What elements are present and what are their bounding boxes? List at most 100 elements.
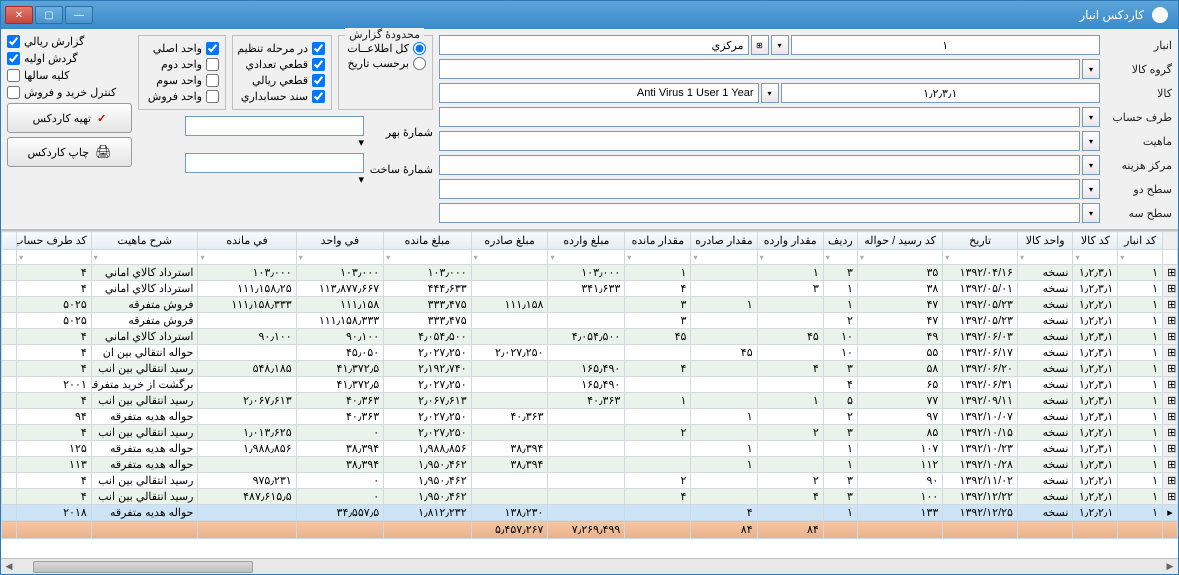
cell[interactable]: رسید انتقالي بین انب xyxy=(91,489,198,505)
cell[interactable]: فروش متفرقه xyxy=(91,297,198,313)
cell[interactable]: ۴ xyxy=(757,361,823,377)
cell[interactable]: ۱ xyxy=(1118,505,1163,521)
cell[interactable]: ۱٫۰۱۳٫۶۲۵ xyxy=(198,425,296,441)
cell[interactable]: ۲ xyxy=(757,473,823,489)
cell[interactable]: نسخه xyxy=(1017,345,1072,361)
cell[interactable]: ۹۰٫۱۰۰ xyxy=(296,329,384,345)
cell[interactable]: ۲٫۱۹۲٫۷۴۰ xyxy=(384,361,472,377)
col-filter[interactable]: ▾ xyxy=(1073,250,1118,265)
cell[interactable]: ۴۷ xyxy=(857,297,942,313)
cell[interactable]: ۴٫۰۵۴٫۵۰۰ xyxy=(384,329,472,345)
cell[interactable] xyxy=(625,409,691,425)
cell[interactable]: استرداد کالاي اماني xyxy=(91,281,198,297)
cell[interactable]: ۴۱٫۳۷۲٫۵ xyxy=(296,377,384,393)
cell[interactable]: رسید انتقالي بین انب xyxy=(91,473,198,489)
cell[interactable] xyxy=(198,505,296,521)
cell[interactable]: ۵۰۲۵ xyxy=(17,313,92,329)
expand-col[interactable] xyxy=(1163,232,1178,250)
expand-cell[interactable]: ⊞ xyxy=(1163,457,1178,473)
cell[interactable] xyxy=(625,457,691,473)
cell[interactable] xyxy=(757,377,823,393)
bahr-input[interactable] xyxy=(185,116,364,136)
cell[interactable] xyxy=(198,409,296,425)
print-button[interactable]: 🖨چاپ کاردکس xyxy=(7,137,132,167)
cell[interactable]: ۹۴ xyxy=(17,409,92,425)
cell[interactable]: ۱۳۸٫۲۳۰ xyxy=(471,505,548,521)
cell[interactable]: ۴۴۴٫۶۳۳ xyxy=(384,281,472,297)
cell[interactable]: ۱ xyxy=(691,457,757,473)
cell[interactable] xyxy=(691,425,757,441)
cell[interactable]: ۱ xyxy=(823,281,857,297)
cell[interactable]: ۴ xyxy=(17,473,92,489)
cell[interactable]: ۱٫۹۵۰٫۴۶۲ xyxy=(384,457,472,473)
cell[interactable]: ۲٫۰۲۷٫۲۵۰ xyxy=(471,345,548,361)
cell[interactable]: ۱۶۵٫۴۹۰ xyxy=(548,361,625,377)
cell[interactable]: ۳ xyxy=(823,425,857,441)
cell[interactable]: استرداد کالاي اماني xyxy=(91,329,198,345)
cell[interactable]: ۴ xyxy=(17,393,92,409)
col-header[interactable]: شرح ماهیت xyxy=(91,232,198,250)
cell[interactable] xyxy=(548,409,625,425)
cell[interactable]: ۴۱٫۳۷۲٫۵ xyxy=(296,361,384,377)
cell[interactable]: رسید انتقالي بین انب xyxy=(91,393,198,409)
col-filter[interactable]: ▾ xyxy=(1017,250,1072,265)
cell[interactable] xyxy=(691,329,757,345)
col-header[interactable]: ردیف xyxy=(823,232,857,250)
cell[interactable]: ۱۳۹۲/۰۶/۳۱ xyxy=(943,377,1018,393)
table-row[interactable]: ⊞۱۱٫۲٫۲٫۱نسخه۱۳۹۲/۰۵/۲۳۴۷۱۱۳۱۱۱٫۱۵۸۳۳۳٫۴… xyxy=(2,297,1178,313)
cell[interactable]: ۲۰۰۱ xyxy=(17,377,92,393)
table-row[interactable]: ⊞۱۱٫۲٫۳٫۱نسخه۱۳۹۲/۰۹/۱۱۷۷۵۱۱۴۰٫۳۶۳۲٫۰۶۷٫… xyxy=(2,393,1178,409)
expand-cell[interactable]: ⊞ xyxy=(1163,441,1178,457)
cell[interactable]: ۲۰۱۸ xyxy=(17,505,92,521)
cell[interactable]: ۱٫۲٫۳٫۱ xyxy=(1073,281,1118,297)
expand-cell[interactable]: ⊞ xyxy=(1163,425,1178,441)
cell[interactable]: ۱۳۳ xyxy=(857,505,942,521)
cell[interactable] xyxy=(471,313,548,329)
table-row[interactable]: ⊞۱۱٫۲٫۲٫۱نسخه۱۳۹۲/۰۶/۲۰۵۸۳۴۴۱۶۵٫۴۹۰۲٫۱۹۲… xyxy=(2,361,1178,377)
cell[interactable]: ۳۸٫۳۹۴ xyxy=(471,441,548,457)
cell[interactable]: ۲٫۰۲۷٫۲۵۰ xyxy=(384,345,472,361)
table-row[interactable]: ▸۱۱٫۲٫۲٫۱نسخه۱۳۹۲/۱۲/۲۵۱۳۳۱۴۱۳۸٫۲۳۰۱٫۸۱۲… xyxy=(2,505,1178,521)
table-row[interactable]: ⊞۱۱٫۲٫۳٫۱نسخه۱۳۹۲/۰۶/۳۱۶۵۴۱۶۵٫۴۹۰۲٫۰۲۷٫۲… xyxy=(2,377,1178,393)
cell[interactable] xyxy=(548,505,625,521)
cell[interactable]: ۱٫۲٫۳٫۱ xyxy=(1073,345,1118,361)
col-header[interactable]: تاریخ xyxy=(943,232,1018,250)
cell[interactable]: ۱۱۲ xyxy=(857,457,942,473)
cell[interactable]: ۱۳۹۲/۱۰/۲۸ xyxy=(943,457,1018,473)
cell[interactable]: ۱٫۹۸۸٫۸۵۶ xyxy=(384,441,472,457)
cell[interactable]: ۱ xyxy=(691,297,757,313)
chk-tedadi[interactable]: قطعي تعدادي xyxy=(239,58,325,71)
cell[interactable]: ۴ xyxy=(17,361,92,377)
cell[interactable]: ۴۵ xyxy=(625,329,691,345)
col-filter[interactable]: ▾ xyxy=(943,250,1018,265)
cell[interactable]: ۱ xyxy=(1118,425,1163,441)
cell[interactable]: ۳ xyxy=(823,265,857,281)
cell[interactable]: ۱ xyxy=(691,409,757,425)
cell[interactable]: برگشت از خرید متفرقه xyxy=(91,377,198,393)
cell[interactable] xyxy=(198,377,296,393)
expand-cell[interactable]: ⊞ xyxy=(1163,393,1178,409)
cell[interactable]: ۵۵ xyxy=(857,345,942,361)
cell[interactable]: نسخه xyxy=(1017,473,1072,489)
table-row[interactable]: ⊞۱۱٫۲٫۳٫۱نسخه۱۳۹۲/۱۰/۰۷۹۷۲۱۴۰٫۳۶۳۲٫۰۲۷٫۲… xyxy=(2,409,1178,425)
expand-cell[interactable]: ⊞ xyxy=(1163,313,1178,329)
cell[interactable]: ۲ xyxy=(823,409,857,425)
cell[interactable]: نسخه xyxy=(1017,441,1072,457)
cell[interactable]: ۲٫۰۲۷٫۲۵۰ xyxy=(384,409,472,425)
cell[interactable]: ۳۸٫۳۹۴ xyxy=(471,457,548,473)
cell[interactable]: ۱ xyxy=(1118,313,1163,329)
cell[interactable] xyxy=(691,489,757,505)
chk-dovom[interactable]: واحد دوم xyxy=(145,58,219,71)
sakht-dd[interactable]: ▾ xyxy=(185,173,364,186)
table-row[interactable]: ⊞۱۱٫۲٫۲٫۱نسخه۱۳۹۲/۰۵/۲۳۴۷۲۳۳۳۳٫۴۷۵۱۱۱٫۱۵… xyxy=(2,313,1178,329)
cell[interactable]: ۱٫۲٫۳٫۱ xyxy=(1073,329,1118,345)
taraf-dd[interactable]: ▾ xyxy=(1082,107,1100,127)
cell[interactable]: حواله هدیه متفرقه xyxy=(91,457,198,473)
cell[interactable]: ۱۳۹۲/۰۴/۱۶ xyxy=(943,265,1018,281)
opt-control[interactable]: کنترل خرید و فروش xyxy=(7,86,132,99)
cell[interactable]: ۱۳۹۲/۰۵/۰۱ xyxy=(943,281,1018,297)
cell[interactable]: ۱۱۱٫۱۵۸ xyxy=(296,297,384,313)
cell[interactable]: ۱ xyxy=(1118,473,1163,489)
chk-sevom[interactable]: واحد سوم xyxy=(145,74,219,87)
chk-forosh[interactable]: واحد فروش xyxy=(145,90,219,103)
